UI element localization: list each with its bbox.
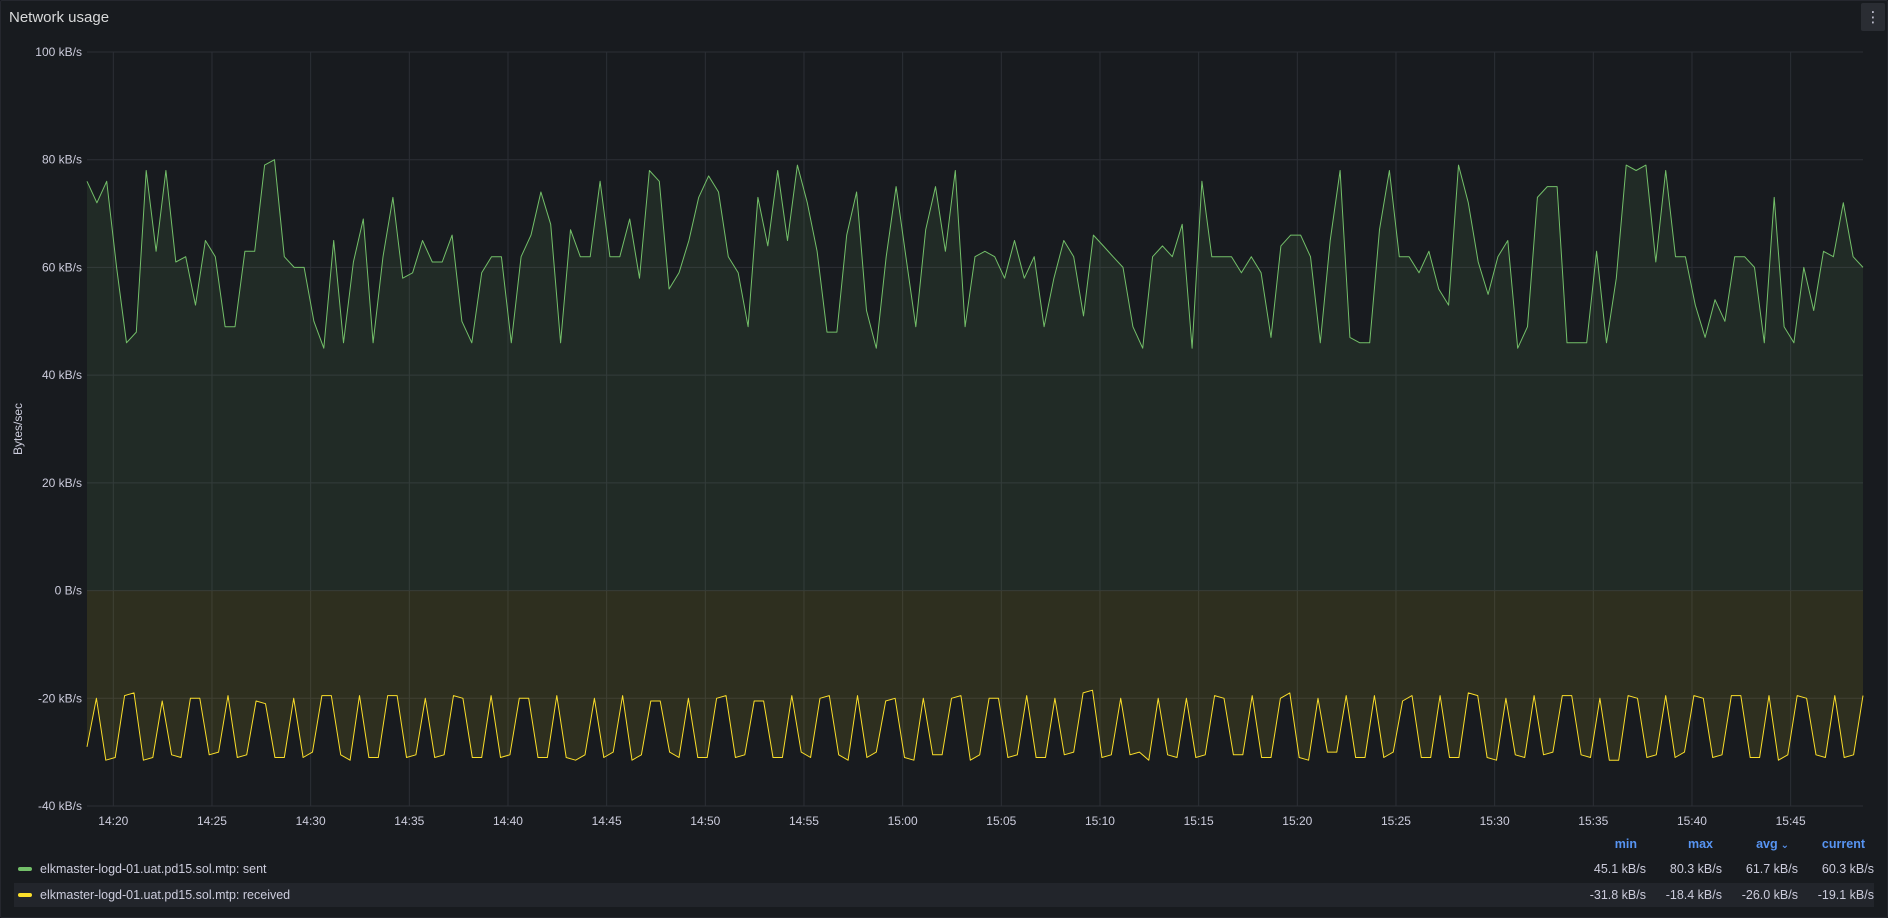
x-tick-label: 14:45 — [592, 814, 622, 828]
legend-item-received[interactable]: elkmaster-logd-01.uat.pd15.sol.mtp: rece… — [14, 883, 1874, 907]
y-tick-label: 40 kB/s — [42, 368, 82, 382]
y-tick-label: -40 kB/s — [38, 799, 82, 813]
x-tick-label: 14:55 — [789, 814, 819, 828]
legend-header: min max avg ⌄ current — [1561, 837, 1874, 855]
x-tick-label: 14:40 — [493, 814, 523, 828]
y-axis-label: Bytes/sec — [11, 403, 25, 455]
x-tick-label: 15:30 — [1480, 814, 1510, 828]
legend-item-label[interactable]: elkmaster-logd-01.uat.pd15.sol.mtp: rece… — [40, 888, 1570, 902]
network-usage-panel: Network usage ⋮ 100 kB/s 80 kB/s 60 kB/s 40… — [0, 0, 1888, 918]
legend-header-current[interactable]: current — [1789, 837, 1865, 855]
legend-value-min: 45.1 kB/s — [1593, 862, 1646, 876]
x-tick-label: 15:05 — [986, 814, 1016, 828]
legend-value-current: -19.1 kB/s — [1817, 888, 1874, 902]
legend-header-max[interactable]: max — [1637, 837, 1713, 855]
x-tick-label: 15:15 — [1184, 814, 1214, 828]
y-tick-label: 80 kB/s — [42, 153, 82, 167]
x-tick-label: 15:35 — [1578, 814, 1608, 828]
y-tick-label: -20 kB/s — [38, 691, 82, 705]
x-tick-label: 15:40 — [1677, 814, 1707, 828]
y-tick-label: 0 B/s — [55, 584, 82, 598]
legend-value-max: -18.4 kB/s — [1665, 888, 1722, 902]
x-tick-label: 15:10 — [1085, 814, 1115, 828]
network-usage-chart[interactable]: 100 kB/s 80 kB/s 60 kB/s 40 kB/s 20 kB/s 0 B/… — [1, 1, 1887, 831]
y-tick-label: 20 kB/s — [42, 476, 82, 490]
chevron-down-icon: ⌄ — [1780, 840, 1789, 851]
legend-value-current: 60.3 kB/s — [1821, 862, 1874, 876]
series-area-0 — [87, 159, 1863, 591]
legend-value-max: 80.3 kB/s — [1669, 862, 1722, 876]
legend-swatch-received — [18, 893, 32, 897]
x-tick-label: 15:20 — [1282, 814, 1312, 828]
legend-value-avg: 61.7 kB/s — [1745, 862, 1798, 876]
x-tick-label: 14:35 — [394, 814, 424, 828]
y-tick-label: 60 kB/s — [42, 260, 82, 274]
legend-header-avg[interactable]: avg ⌄ — [1713, 837, 1789, 855]
legend-swatch-sent — [18, 867, 32, 871]
legend-value-avg: -26.0 kB/s — [1741, 888, 1798, 902]
x-tick-label: 15:00 — [888, 814, 918, 828]
legend-header-min[interactable]: min — [1561, 837, 1637, 855]
x-tick-label: 14:30 — [296, 814, 326, 828]
legend-header-avg-label: avg — [1756, 837, 1778, 851]
legend-item-sent[interactable]: elkmaster-logd-01.uat.pd15.sol.mtp: sent… — [14, 857, 1874, 881]
x-tick-label: 14:50 — [690, 814, 720, 828]
y-tick-label: 100 kB/s — [35, 45, 82, 59]
legend-item-label[interactable]: elkmaster-logd-01.uat.pd15.sol.mtp: sent — [40, 862, 1570, 876]
legend-value-min: -31.8 kB/s — [1589, 888, 1646, 902]
x-tick-label: 14:20 — [98, 814, 128, 828]
x-tick-label: 15:45 — [1776, 814, 1806, 828]
x-tick-label: 15:25 — [1381, 814, 1411, 828]
x-tick-label: 14:25 — [197, 814, 227, 828]
